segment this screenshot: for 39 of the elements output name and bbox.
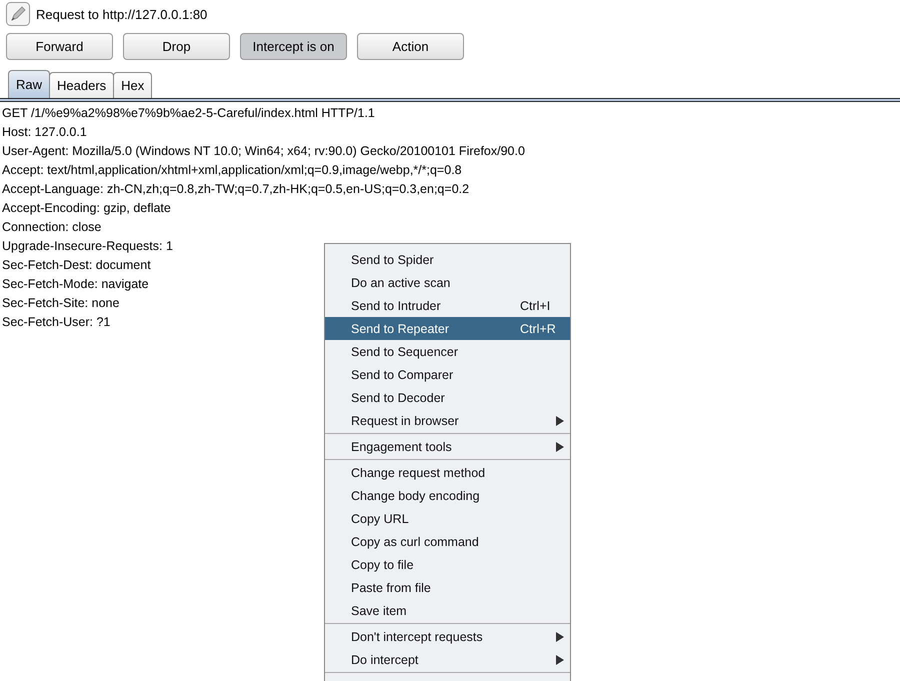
menu-item[interactable]: Do intercept	[325, 648, 570, 671]
pencil-icon[interactable]	[6, 2, 30, 26]
tab[interactable]: Hex	[113, 72, 152, 98]
request-line: Host: 127.0.0.1	[2, 124, 87, 141]
toolbar-button[interactable]: Intercept is on	[240, 33, 347, 60]
request-line: Accept-Language: zh-CN,zh;q=0.8,zh-TW;q=0.7,zh-HK;q=0.5,en-US;q=0.3,en;q=0.2	[2, 181, 470, 198]
menu-item[interactable]: Send to Comparer	[325, 363, 570, 386]
menu-item[interactable]: Request in browser	[325, 409, 570, 432]
request-line: User-Agent: Mozilla/5.0 (Windows NT 10.0; Win64; x64; rv:90.0) Gecko/20100101 Firefox/90.0	[2, 143, 525, 160]
menu-item[interactable]: Paste from file	[325, 576, 570, 599]
menu-item[interactable]: Copy URL	[325, 507, 570, 530]
menu-item[interactable]: Send to Intruder Ctrl+I	[325, 294, 570, 317]
menu-item[interactable]: Save item	[325, 599, 570, 622]
toolbar-button[interactable]: Drop	[123, 33, 230, 60]
menu-item[interactable]: Don't intercept requests	[325, 625, 570, 648]
request-line: Sec-Fetch-Mode: navigate	[2, 276, 149, 293]
menu-item[interactable]: Engagement tools	[325, 435, 570, 458]
menu-item[interactable]: Copy as curl command	[325, 530, 570, 553]
tab[interactable]: Raw	[8, 70, 50, 98]
request-line: Connection: close	[2, 219, 102, 236]
menu-item[interactable]: Send to Repeater Ctrl+R	[325, 317, 570, 340]
toolbar-button[interactable]: Forward	[6, 33, 113, 60]
request-line: Accept: text/html,application/xhtml+xml,application/xml;q=0.9,image/webp,*/*;q=0.8	[2, 162, 462, 179]
request-line: Sec-Fetch-User: ?1	[2, 314, 110, 331]
menu-item[interactable]: Change request method	[325, 461, 570, 484]
request-line: Sec-Fetch-Dest: document	[2, 257, 151, 274]
menu-item[interactable]: Send to Decoder	[325, 386, 570, 409]
request-line: Accept-Encoding: gzip, deflate	[2, 200, 171, 217]
request-line: GET /1/%e9%a2%98%e7%9b%ae2-5-Careful/index.html HTTP/1.1	[2, 105, 375, 122]
request-line: Upgrade-Insecure-Requests: 1	[2, 238, 173, 255]
menu-item[interactable]: Copy to file	[325, 553, 570, 576]
menu-item[interactable]: Send to Spider	[325, 248, 570, 271]
tab[interactable]: Headers	[49, 72, 114, 98]
request-line: Sec-Fetch-Site: none	[2, 295, 120, 312]
toolbar-button[interactable]: Action	[357, 33, 464, 60]
menu-item[interactable]: Change body encoding	[325, 484, 570, 507]
window-title: Request to http://127.0.0.1:80	[36, 6, 208, 22]
menu-item[interactable]: Send to Sequencer	[325, 340, 570, 363]
menu-item[interactable]: Do an active scan	[325, 271, 570, 294]
